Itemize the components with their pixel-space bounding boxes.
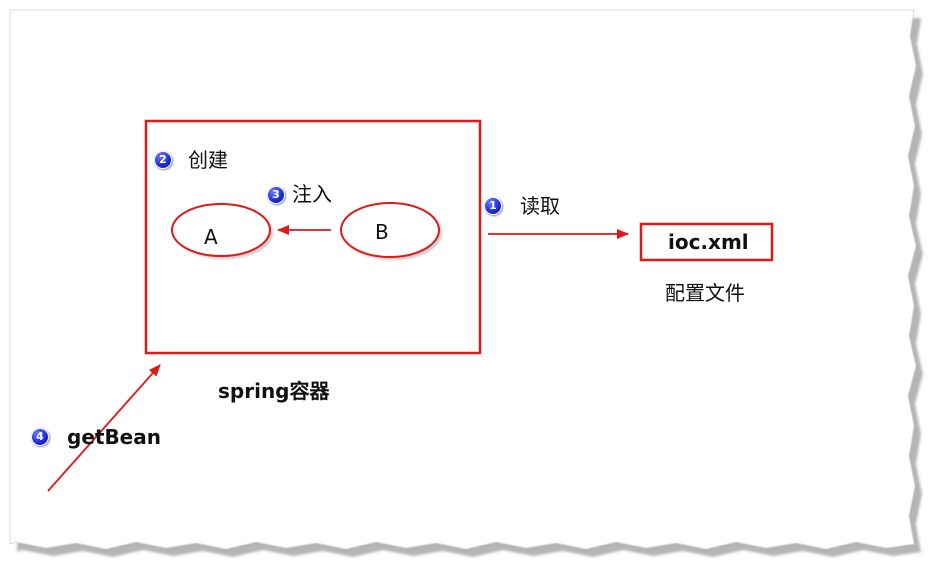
diagram-canvas [9, 9, 923, 557]
bean-b-ellipse [340, 202, 440, 258]
inject-label: 注入 [292, 182, 332, 206]
container-label: spring容器 [218, 379, 330, 403]
step-2-badge: 2 [154, 151, 172, 169]
config-file-label: ioc.xml [668, 230, 749, 254]
bean-a-ellipse [171, 203, 271, 257]
step-1-badge: 1 [484, 197, 502, 215]
read-label: 读取 [520, 194, 560, 218]
step-4-badge: 4 [31, 428, 49, 446]
bean-a-label: A [204, 225, 218, 249]
create-label: 创建 [188, 148, 228, 172]
getbean-label: getBean [67, 425, 161, 449]
config-caption: 配置文件 [665, 281, 745, 305]
step-3-badge: 3 [267, 186, 285, 204]
bean-b-label: B [375, 220, 389, 244]
